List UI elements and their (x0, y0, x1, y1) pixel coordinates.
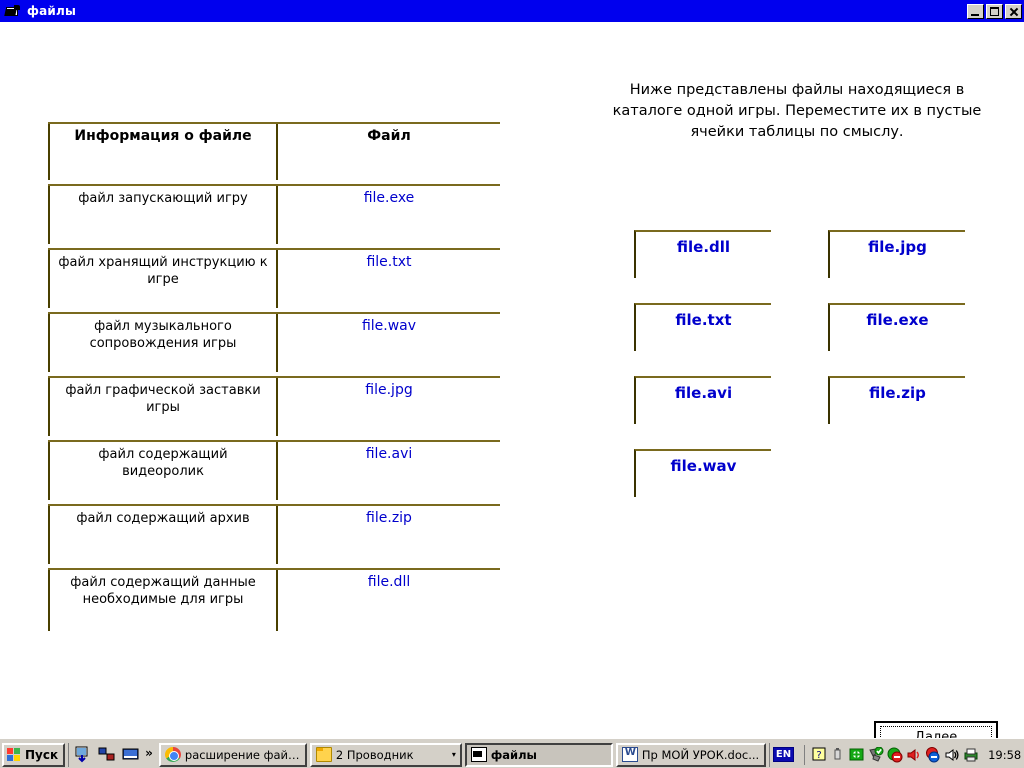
svg-text:?: ? (816, 750, 821, 761)
maximize-button[interactable] (986, 3, 1003, 19)
window-titlebar[interactable]: файлы (0, 0, 1024, 22)
language-indicator[interactable]: EN (772, 747, 795, 762)
display-icon[interactable] (122, 746, 140, 763)
file-card[interactable]: file.jpg (828, 230, 965, 278)
cell-file[interactable]: file.zip (276, 506, 500, 564)
help-icon[interactable]: ? (811, 747, 827, 763)
cell-info: файл содержащий видеоролик (48, 442, 276, 500)
table-header-row: Информация о файле Файл (48, 122, 500, 180)
network-icon[interactable] (98, 746, 116, 763)
volume-icon[interactable] (944, 747, 960, 763)
cell-info: файл графической заставки игры (48, 378, 276, 436)
battery-icon[interactable] (830, 747, 846, 763)
blocked-blue-icon[interactable] (925, 746, 941, 763)
taskbar-button-chrome[interactable]: расширение файл... (158, 742, 307, 767)
printer-icon[interactable] (963, 747, 979, 763)
file-name: file.zip (366, 510, 412, 526)
power-plug-icon[interactable] (849, 747, 865, 763)
file-card[interactable]: file.avi (634, 376, 771, 424)
file-card[interactable]: file.txt (634, 303, 771, 351)
close-button[interactable] (1005, 3, 1022, 19)
cell-info: файл запускающий игру (48, 186, 276, 244)
table-row[interactable]: файл запускающий игру file.exe (48, 184, 500, 244)
column-header-info: Информация о файле (48, 124, 276, 180)
table-row[interactable]: файл содержащий данные необходимые для и… (48, 568, 500, 631)
taskbar-button-files[interactable]: файлы (464, 742, 613, 767)
file-name: file.dll (367, 574, 411, 590)
word-doc-icon (621, 747, 638, 762)
cell-info: файл содержащий архив (48, 506, 276, 564)
file-name: file.exe (363, 190, 415, 206)
taskbar-button-label: Пр МОЙ УРОК.doc... (641, 747, 760, 762)
table-row[interactable]: файл содержащий видеоролик file.avi (48, 440, 500, 500)
tray-separator (804, 744, 806, 765)
taskbar-button-label: 2 Проводник (335, 747, 414, 762)
cell-info: файл содержащий данные необходимые для и… (48, 570, 276, 631)
system-tray: EN ? 19:58 (768, 742, 1024, 767)
start-button-label: Пуск (25, 747, 59, 762)
cell-file[interactable]: file.dll (276, 570, 500, 631)
cell-info: файл хранящий инструкцию к игре (48, 250, 276, 308)
chevron-down-icon[interactable]: ▾ (444, 750, 456, 759)
window-content: Информация о файле Файл файл запускающий… (0, 22, 1024, 754)
folder-window-icon (4, 4, 21, 18)
file-card[interactable]: file.zip (828, 376, 965, 424)
file-card[interactable]: file.wav (634, 449, 771, 497)
table-row[interactable]: файл хранящий инструкцию к игре file.txt (48, 248, 500, 308)
files-window-icon (470, 747, 487, 762)
cell-file[interactable]: file.jpg (276, 378, 500, 436)
quick-launch-bar: » (68, 742, 159, 767)
show-desktop-icon[interactable] (74, 746, 92, 763)
start-button[interactable]: Пуск (2, 742, 66, 767)
taskbar-button-explorer-group[interactable]: 2 Проводник ▾ (309, 742, 462, 767)
draggable-cards-area: file.dll file.jpg file.txt file.exe file… (634, 230, 1000, 520)
file-info-table: Информация о файле Файл файл запускающий… (48, 122, 500, 635)
file-card[interactable]: file.exe (828, 303, 965, 351)
file-name: file.avi (365, 446, 413, 462)
file-name: file.txt (366, 254, 412, 270)
windows-flag-icon (7, 747, 22, 762)
table-row[interactable]: файл музыкального сопровождения игры fil… (48, 312, 500, 372)
taskbar-button-label: файлы (490, 747, 537, 762)
file-name: file.jpg (365, 382, 413, 398)
instruction-text: Ниже представлены файлы находящиеся в ка… (612, 82, 982, 140)
screen: файлы Информация о файле Файл файл запус… (0, 0, 1024, 768)
file-card[interactable]: file.dll (634, 230, 771, 278)
taskbar-button-label: расширение файл... (184, 747, 301, 762)
cell-file[interactable]: file.avi (276, 442, 500, 500)
block-red-icon[interactable] (887, 747, 903, 763)
taskbar-button-word[interactable]: Пр МОЙ УРОК.doc... (615, 742, 766, 767)
speaker-red-icon[interactable] (906, 747, 922, 763)
folder-icon (315, 747, 332, 762)
table-row[interactable]: файл содержащий архив file.zip (48, 504, 500, 564)
cell-file[interactable]: file.txt (276, 250, 500, 308)
table-row[interactable]: файл графической заставки игры file.jpg (48, 376, 500, 436)
column-header-file: Файл (276, 124, 500, 180)
chrome-icon (164, 747, 181, 762)
cell-info: файл музыкального сопровождения игры (48, 314, 276, 372)
minimize-button[interactable] (967, 3, 984, 19)
cell-file[interactable]: file.exe (276, 186, 500, 244)
cell-file[interactable]: file.wav (276, 314, 500, 372)
taskbar: Пуск » расширение файл... 2 Проводник ▾ … (0, 738, 1024, 768)
file-name: file.wav (361, 318, 417, 334)
taskbar-clock[interactable]: 19:58 (988, 748, 1021, 762)
window-title: файлы (27, 4, 77, 18)
quicklaunch-overflow-chevron[interactable]: » (145, 746, 153, 760)
antivirus-shield-icon[interactable] (868, 746, 884, 763)
